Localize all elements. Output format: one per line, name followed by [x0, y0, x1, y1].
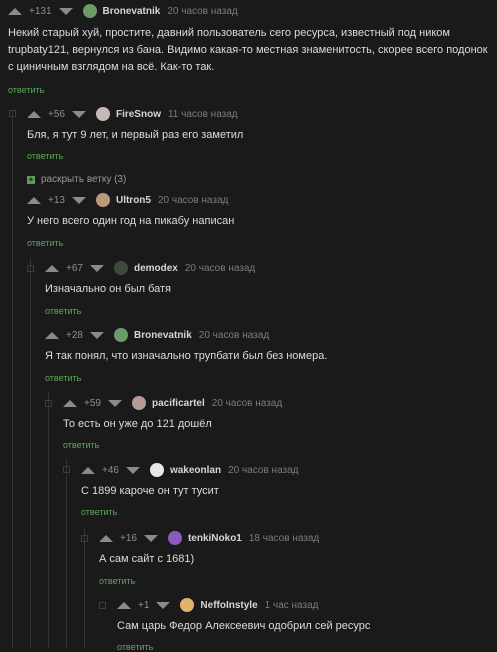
downvote-icon[interactable] [71, 196, 86, 204]
comment-rating: +56 [48, 108, 65, 120]
comment-author[interactable]: tenkiNoko1 [188, 533, 242, 544]
comment-author[interactable]: pacificartel [152, 398, 205, 409]
comment-time[interactable]: 18 часов назад [249, 533, 319, 544]
reply-link[interactable]: ответить [99, 576, 135, 586]
downvote-icon[interactable] [89, 264, 104, 272]
comment-time[interactable]: 20 часов назад [185, 263, 255, 274]
comment-author[interactable]: NeffoInstyle [200, 600, 257, 611]
avatar[interactable] [113, 328, 128, 342]
comment-rating: +16 [120, 532, 137, 544]
reply-link[interactable]: ответить [27, 151, 63, 161]
comment-author[interactable]: Ultron5 [116, 195, 151, 206]
collapse-toggle[interactable] [45, 400, 52, 407]
reply-link[interactable]: ответить [27, 238, 63, 248]
collapse-toggle[interactable] [99, 602, 106, 609]
avatar[interactable] [82, 4, 97, 18]
comment-author[interactable]: wakeonlan [170, 465, 221, 476]
expand-branch-link[interactable]: + раскрыть ветку (3) [27, 174, 126, 185]
collapse-toggle[interactable] [9, 110, 16, 117]
plus-icon: + [27, 174, 35, 184]
comment-text: Сам царь Федор Алексеевич одобрил сей ре… [117, 620, 371, 632]
comment-rating: +13 [48, 194, 65, 206]
downvote-icon[interactable] [89, 331, 104, 339]
downvote-icon[interactable] [58, 7, 73, 15]
comment-author[interactable]: demodex [134, 263, 178, 274]
comment-text: То есть он уже до 121 дошёл [63, 418, 212, 430]
downvote-icon[interactable] [156, 601, 171, 609]
upvote-icon[interactable] [27, 196, 41, 204]
reply-link[interactable]: ответить [45, 373, 81, 383]
comment-text: Изначально он был батя [45, 283, 171, 295]
reply-link[interactable]: ответить [81, 507, 117, 517]
reply-link[interactable]: ответить [45, 306, 81, 316]
thread-guide-line [12, 110, 13, 649]
downvote-icon[interactable] [125, 466, 140, 474]
comment-time[interactable]: 20 часов назад [212, 398, 282, 409]
reply-link[interactable]: ответить [63, 440, 99, 450]
comment-author[interactable]: FireSnow [116, 109, 161, 120]
avatar[interactable] [95, 107, 110, 121]
comment-rating: +59 [84, 397, 101, 409]
avatar[interactable] [180, 598, 195, 612]
comment-time[interactable]: 20 часов назад [158, 195, 228, 206]
upvote-icon[interactable] [81, 466, 95, 474]
comment-time[interactable]: 20 часов назад [228, 465, 298, 476]
avatar[interactable] [113, 261, 128, 275]
upvote-icon[interactable] [45, 331, 59, 339]
upvote-icon[interactable] [99, 534, 113, 542]
comment-text: Я так понял, что изначально трупбати был… [45, 350, 328, 362]
reply-link[interactable]: ответить [117, 642, 153, 652]
comment-author[interactable]: Bronevatnik [134, 330, 192, 341]
avatar[interactable] [95, 193, 110, 207]
thread-guide-line [30, 258, 31, 649]
expand-branch-label: раскрыть ветку (3) [41, 174, 127, 185]
upvote-icon[interactable] [63, 399, 77, 407]
comment-text: С 1899 кароче он тут тусит [81, 485, 219, 497]
avatar[interactable] [167, 531, 182, 545]
thread-guide-line [48, 392, 49, 649]
avatar[interactable] [131, 396, 146, 410]
comment-rating: +1 [138, 599, 150, 611]
comment-text: Бля, я тут 9 лет, и первый раз его замет… [27, 129, 244, 141]
comment-rating: +28 [66, 329, 83, 341]
avatar[interactable] [149, 463, 164, 477]
comment-time[interactable]: 20 часов назад [167, 6, 237, 17]
comment-time[interactable]: 20 часов назад [199, 330, 269, 341]
comment-author[interactable]: Bronevatnik [103, 6, 161, 17]
comment-rating: +67 [66, 262, 83, 274]
comment-rating: +46 [102, 464, 119, 476]
comment-time[interactable]: 1 час назад [265, 600, 319, 611]
reply-link[interactable]: ответить [8, 85, 44, 95]
comment-time[interactable]: 11 часов назад [168, 109, 238, 120]
collapse-toggle[interactable] [27, 265, 34, 272]
downvote-icon[interactable] [71, 110, 86, 118]
comment-text: Некий старый хуй, простите, давний польз… [8, 27, 488, 73]
upvote-icon[interactable] [117, 601, 131, 609]
collapse-toggle[interactable] [63, 466, 70, 473]
comment-rating: +131 [29, 5, 52, 17]
comment-text: У него всего один год на пикабу написан [27, 215, 235, 227]
upvote-icon[interactable] [8, 7, 22, 15]
comment-text: А сам сайт с 1681) [99, 553, 195, 565]
thread-guide-line [84, 527, 85, 649]
upvote-icon[interactable] [27, 110, 41, 118]
collapse-toggle[interactable] [81, 535, 88, 542]
upvote-icon[interactable] [45, 264, 59, 272]
downvote-icon[interactable] [143, 534, 158, 542]
downvote-icon[interactable] [107, 399, 122, 407]
thread-guide-line [66, 458, 67, 649]
